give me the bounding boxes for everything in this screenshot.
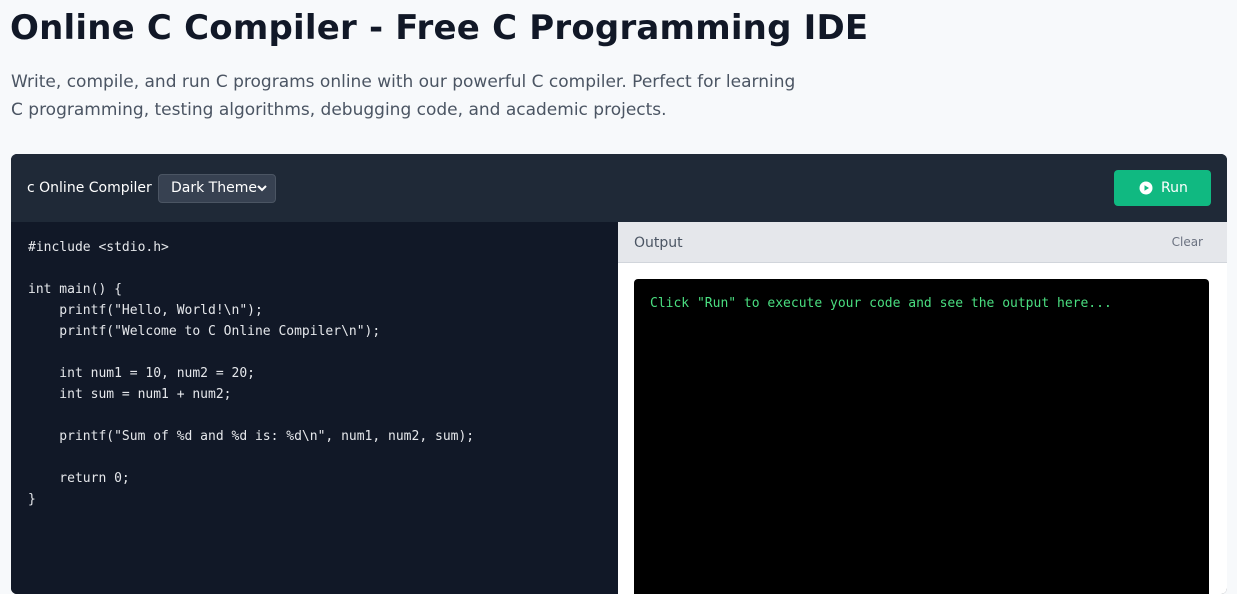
code-editor[interactable]: #include <stdio.h> int main() { printf("… (11, 222, 618, 594)
code-line: int num1 = 10, num2 = 20; (28, 366, 255, 381)
code-line: int sum = num1 + num2; (28, 387, 232, 402)
output-panel: Output Clear Click "Run" to execute your… (618, 222, 1227, 594)
play-circle-icon (1139, 181, 1153, 195)
page-title: Online C Compiler - Free C Programming I… (10, 8, 869, 48)
theme-select-value: Dark Theme (171, 180, 257, 196)
run-button-label: Run (1161, 180, 1188, 196)
chevron-down-icon (257, 175, 267, 212)
theme-select[interactable]: Dark Theme (158, 174, 276, 203)
code-line: printf("Hello, World!\n"); (28, 303, 263, 318)
code-line: #include <stdio.h> (28, 240, 169, 255)
compiler-panel: c Online Compiler Dark Theme Run #includ… (11, 154, 1227, 594)
compiler-label: c Online Compiler (27, 180, 152, 196)
output-console: Click "Run" to execute your code and see… (634, 279, 1209, 594)
page-description: Write, compile, and run C programs onlin… (11, 72, 796, 120)
code-line: int main() { (28, 282, 122, 297)
code-line: printf("Welcome to C Online Compiler\n")… (28, 324, 381, 339)
output-placeholder: Click "Run" to execute your code and see… (650, 296, 1112, 311)
code-line: } (28, 492, 36, 507)
output-title: Output (634, 235, 683, 251)
code-line: printf("Sum of %d and %d is: %d\n", num1… (28, 429, 475, 444)
run-button[interactable]: Run (1114, 170, 1211, 206)
output-header: Output Clear (618, 222, 1227, 263)
code-line: return 0; (28, 471, 130, 486)
clear-button[interactable]: Clear (1172, 235, 1203, 249)
compiler-toolbar: c Online Compiler Dark Theme Run (11, 154, 1227, 222)
